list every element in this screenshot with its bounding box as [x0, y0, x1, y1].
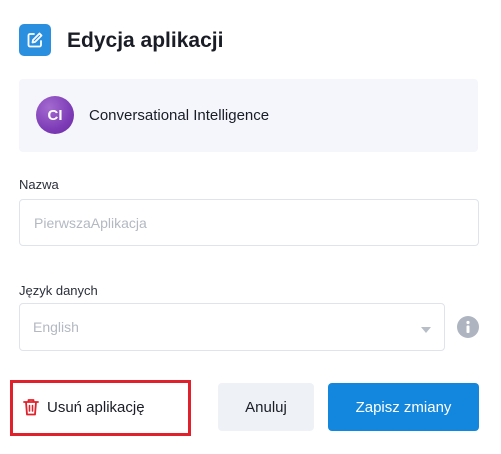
save-button[interactable]: Zapisz zmiany — [328, 383, 479, 431]
language-select-value: English — [33, 319, 79, 335]
chevron-down-icon[interactable] — [420, 322, 432, 333]
app-name: Conversational Intelligence — [89, 107, 270, 124]
edit-icon — [19, 24, 51, 56]
trash-icon — [23, 398, 39, 416]
page-title: Edycja aplikacji — [67, 29, 224, 52]
info-icon[interactable] — [457, 316, 479, 338]
name-input[interactable] — [19, 199, 479, 246]
language-select[interactable] — [19, 303, 445, 351]
delete-app-label: Usuń aplikację — [47, 399, 145, 416]
language-field-label: Język danych — [19, 283, 98, 298]
app-avatar: CI — [36, 96, 74, 134]
cancel-button[interactable]: Anuluj — [218, 383, 314, 431]
name-field-label: Nazwa — [19, 177, 59, 192]
